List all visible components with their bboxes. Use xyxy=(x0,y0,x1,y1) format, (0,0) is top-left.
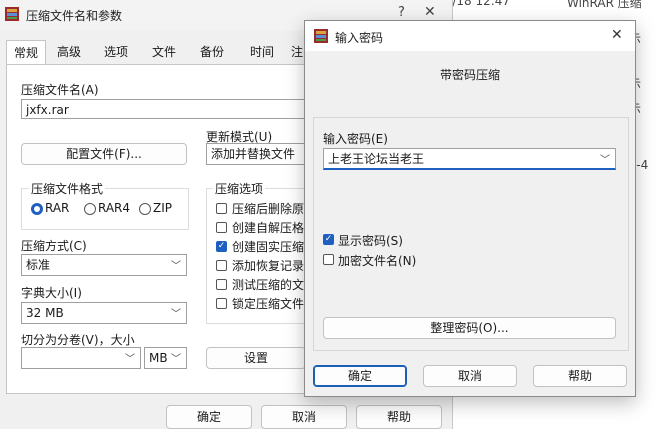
chevron-down-icon: ﹀ xyxy=(600,155,610,166)
format-zip-label: ZIP xyxy=(153,201,172,215)
winrar-icon xyxy=(313,28,329,44)
format-rar-radio[interactable] xyxy=(31,203,43,215)
split-label: 切分为分卷(V)，大小 xyxy=(21,333,135,347)
option-delete-checkbox[interactable] xyxy=(216,203,227,214)
option-lock-label: 锁定压缩文件 xyxy=(232,297,305,311)
option-sfx-label: 创建自解压格 xyxy=(232,221,305,235)
format-rar4-label: RAR4 xyxy=(98,201,131,215)
password-help-button[interactable]: 帮助 xyxy=(533,365,627,387)
password-title: 输入密码 xyxy=(335,31,384,45)
option-lock-checkbox[interactable] xyxy=(216,298,227,309)
tab-options[interactable]: 选项 xyxy=(96,40,136,64)
options-label: 压缩选项 xyxy=(213,180,266,197)
winrar-icon xyxy=(4,6,20,22)
method-label: 压缩方式(C) xyxy=(21,239,87,253)
password-ok-button[interactable]: 确定 xyxy=(313,365,407,387)
option-solid-label: 创建固实压缩 xyxy=(232,240,305,254)
password-dialog: 输入密码 ✕ 带密码压缩 输入密码(E) 上老王论坛当老王 ﹀ ✓ 显示密码(S)… xyxy=(304,20,636,397)
password-titlebar: 输入密码 ✕ xyxy=(305,21,635,51)
show-password-checkbox[interactable]: ✓ xyxy=(323,234,334,245)
tab-general[interactable]: 常规 xyxy=(6,40,46,66)
chevron-down-icon: ﹀ xyxy=(171,309,181,320)
option-sfx-checkbox[interactable] xyxy=(216,222,227,233)
format-rar-label: RAR xyxy=(45,201,70,215)
tab-files[interactable]: 文件 xyxy=(144,40,184,64)
tab-advanced[interactable]: 高级 xyxy=(50,40,88,64)
archive-name-label: 压缩文件名(A) xyxy=(21,83,99,97)
set-password-button[interactable]: 设置 xyxy=(206,347,306,369)
password-input-label: 输入密码(E) xyxy=(323,132,388,146)
close-icon[interactable]: ✕ xyxy=(611,27,623,43)
help-icon[interactable]: ? xyxy=(398,5,405,20)
chevron-down-icon: ﹀ xyxy=(171,354,181,365)
password-input[interactable]: 上老王论坛当老王 ﹀ xyxy=(323,148,616,170)
format-rar4-radio[interactable] xyxy=(84,203,96,215)
format-zip-radio[interactable] xyxy=(139,203,151,215)
update-mode-select[interactable]: 添加并替换文件 xyxy=(206,143,306,165)
main-help-button[interactable]: 帮助 xyxy=(356,405,442,429)
split-unit-select[interactable]: MB ﹀ xyxy=(144,347,187,369)
dict-select[interactable]: 32 MB ﹀ xyxy=(21,302,187,324)
password-cancel-button[interactable]: 取消 xyxy=(423,365,517,387)
chevron-down-icon: ﹀ xyxy=(125,354,135,365)
format-label: 压缩文件格式 xyxy=(29,180,106,197)
organize-passwords-button[interactable]: 整理密码(O)... xyxy=(323,317,616,339)
tab-time[interactable]: 时间 xyxy=(240,40,284,64)
method-select[interactable]: 标准 ﹀ xyxy=(21,254,187,276)
option-recovery-checkbox[interactable] xyxy=(216,260,227,271)
bg-app: WinRAR 压缩 xyxy=(567,0,642,10)
password-heading: 带密码压缩 xyxy=(439,68,500,82)
main-ok-button[interactable]: 确定 xyxy=(166,405,252,429)
profile-button[interactable]: 配置文件(F)... xyxy=(21,143,187,165)
option-solid-checkbox[interactable]: ✓ xyxy=(216,241,227,252)
encrypt-names-label: 加密文件名(N) xyxy=(338,254,417,268)
option-test-checkbox[interactable] xyxy=(216,279,227,290)
option-test-label: 测试压缩的文 xyxy=(232,278,305,292)
tab-comment[interactable]: 注 xyxy=(290,40,304,64)
main-cancel-button[interactable]: 取消 xyxy=(261,405,347,429)
chevron-down-icon: ﹀ xyxy=(171,261,181,272)
option-recovery-label: 添加恢复记录 xyxy=(232,259,305,273)
show-password-label: 显示密码(S) xyxy=(338,234,403,248)
dict-label: 字典大小(I) xyxy=(21,286,82,300)
main-title: 压缩文件名和参数 xyxy=(26,9,123,23)
archive-name-input[interactable]: jxfx.rar xyxy=(21,99,311,119)
tab-backup[interactable]: 备份 xyxy=(192,40,232,64)
encrypt-names-checkbox[interactable] xyxy=(323,254,334,265)
option-delete-label: 压缩后删除原 xyxy=(232,202,305,216)
split-size-input[interactable]: ﹀ xyxy=(21,347,141,369)
close-icon[interactable]: ✕ xyxy=(424,4,436,20)
